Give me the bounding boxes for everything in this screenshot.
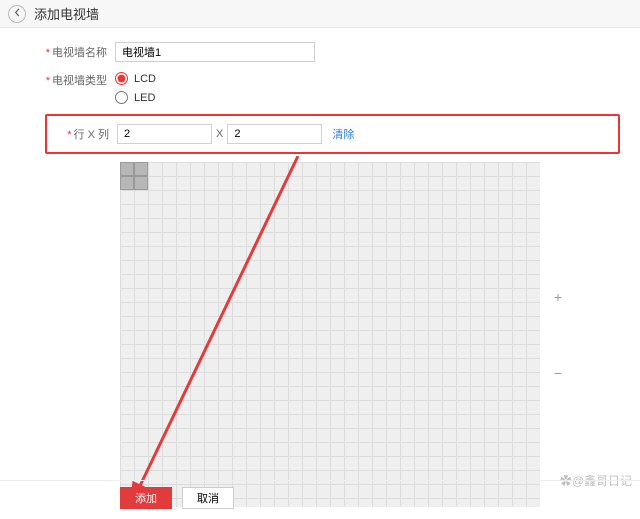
wall-name-input[interactable] — [115, 42, 315, 62]
radio-lcd-label: LCD — [134, 73, 156, 85]
row-name: *电视墙名称 — [0, 42, 640, 62]
grid-preview[interactable]: + − — [120, 162, 540, 507]
x-separator: X — [216, 128, 223, 140]
cancel-button[interactable]: 取消 — [182, 487, 234, 509]
rows-input[interactable] — [117, 124, 212, 144]
radio-led-input[interactable] — [115, 91, 128, 104]
grid-cell[interactable] — [120, 162, 134, 176]
rowcol-highlight: *行 X 列 X 清除 — [45, 114, 620, 154]
clear-link[interactable]: 清除 — [332, 126, 354, 142]
row-type: *电视墙类型 LCD LED — [0, 72, 640, 104]
label-rowcol: *行 X 列 — [47, 126, 117, 142]
radio-lcd[interactable]: LCD — [115, 72, 156, 85]
radio-lcd-input[interactable] — [115, 72, 128, 85]
back-button[interactable] — [8, 5, 26, 23]
footer-bar: 添加 取消 — [0, 480, 640, 515]
form-area: *电视墙名称 *电视墙类型 LCD LED *行 X 列 X 清除 — [0, 28, 640, 507]
page-header: 添加电视墙 — [0, 0, 640, 28]
cols-input[interactable] — [227, 124, 322, 144]
zoom-out-button[interactable]: − — [554, 365, 562, 381]
label-type: *电视墙类型 — [0, 72, 115, 88]
add-button[interactable]: 添加 — [120, 487, 172, 509]
type-radio-group: LCD LED — [115, 72, 156, 104]
page-title: 添加电视墙 — [34, 4, 99, 23]
grid-cell[interactable] — [134, 162, 148, 176]
grid-cell[interactable] — [134, 176, 148, 190]
grid-cell[interactable] — [120, 176, 134, 190]
back-arrow-icon — [13, 8, 22, 20]
grid-cells — [120, 162, 148, 190]
radio-led-label: LED — [134, 92, 155, 104]
radio-led[interactable]: LED — [115, 91, 156, 104]
label-name: *电视墙名称 — [0, 44, 115, 60]
zoom-controls: + − — [554, 289, 562, 381]
zoom-in-button[interactable]: + — [554, 289, 562, 305]
